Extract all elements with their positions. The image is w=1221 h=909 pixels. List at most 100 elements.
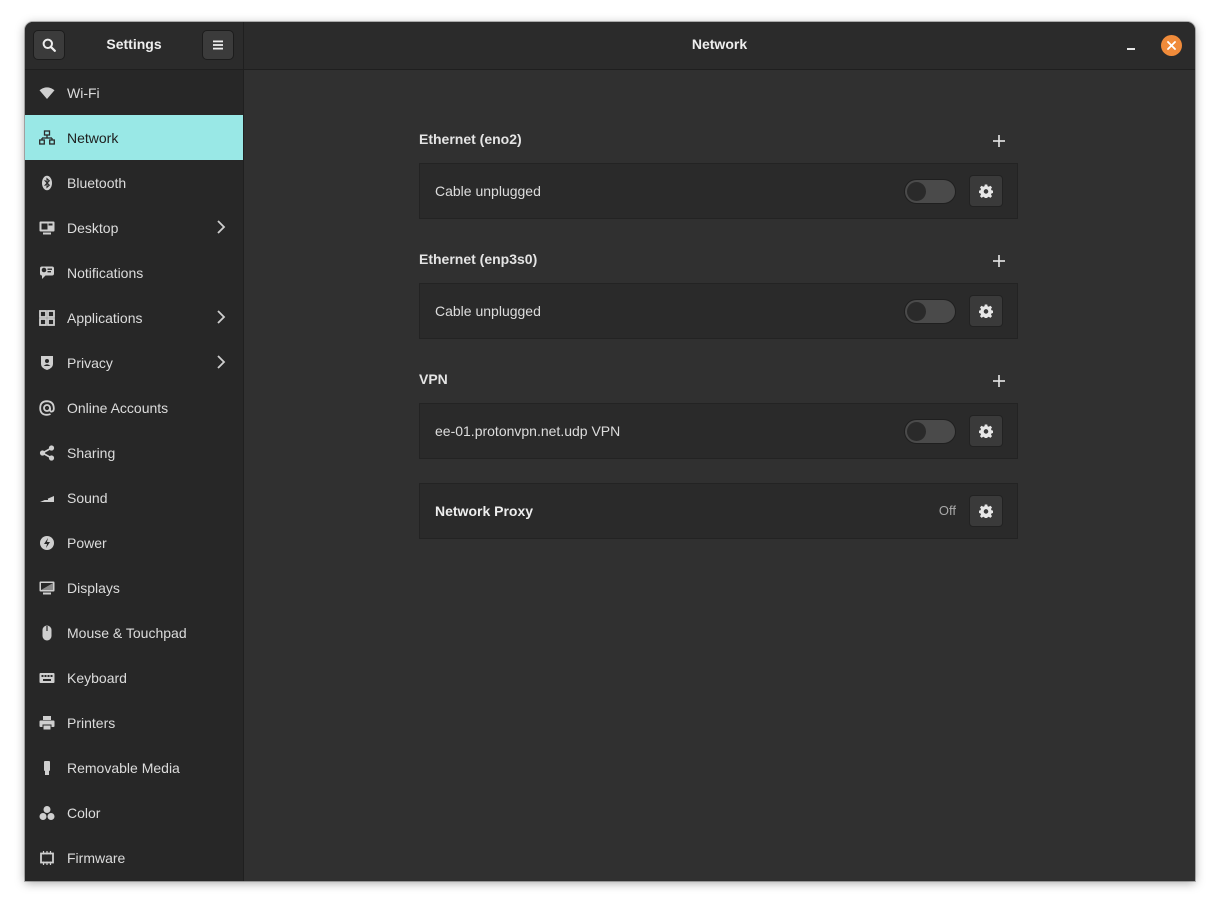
toggle-knob [907,422,926,441]
sharing-icon [39,444,55,461]
applications-icon [39,309,55,326]
connection-settings-button[interactable] [969,175,1003,207]
gear-icon [979,184,993,198]
sidebar-item-label: Keyboard [67,669,127,686]
close-button[interactable] [1161,35,1182,56]
section-title: Ethernet (enp3s0) [419,251,538,267]
bluetooth-icon [39,175,55,191]
hamburger-icon [213,40,223,50]
section-title: Ethernet (eno2) [419,131,522,147]
sidebar-item-label: Color [67,804,101,821]
sidebar-item-label: Mouse & Touchpad [67,624,187,641]
connection-toggle[interactable] [904,299,956,324]
sidebar: Wi-Fi Network Bluetooth Desktop Notifica… [25,70,244,881]
sidebar-item-applications[interactable]: Applications [25,295,243,340]
sidebar-item-power[interactable]: Power [25,520,243,565]
sidebar-item-desktop[interactable]: Desktop [25,205,243,250]
sidebar-item-sound[interactable]: Sound [25,475,243,520]
connection-status: Cable unplugged [435,183,541,199]
add-vpn-button[interactable] [990,372,1008,390]
power-icon [39,535,55,551]
sidebar-item-label: Sharing [67,444,116,461]
sidebar-item-privacy[interactable]: Privacy [25,340,243,385]
sidebar-item-network[interactable]: Network [25,115,243,160]
wifi-icon [39,85,55,101]
firmware-icon [39,850,55,866]
plus-icon [993,135,1005,147]
gear-icon [979,424,993,438]
sidebar-item-label: Firmware [67,849,126,866]
sidebar-item-notifications[interactable]: Notifications [25,250,243,295]
sidebar-item-firmware[interactable]: Firmware [25,835,243,880]
header-bar: Settings Network [25,22,1195,70]
removable-media-icon [39,760,55,776]
chevron-right-icon [217,310,226,324]
privacy-icon [39,355,55,371]
proxy-settings-button[interactable] [969,495,1003,527]
vpn-toggle[interactable] [904,419,956,444]
page-title: Network [691,36,748,52]
close-icon [1167,41,1176,50]
sidebar-item-bluetooth[interactable]: Bluetooth [25,160,243,205]
mouse-icon [39,625,55,641]
vpn-row: ee-01.protonvpn.net.udp VPN [419,403,1018,459]
chevron-right-icon [217,355,226,369]
proxy-status: Off [938,503,956,518]
sidebar-item-sharing[interactable]: Sharing [25,430,243,475]
minimize-button[interactable] [1122,36,1140,54]
notifications-icon [39,265,55,281]
connection-settings-button[interactable] [969,295,1003,327]
sidebar-item-keyboard[interactable]: Keyboard [25,655,243,700]
sidebar-item-label: Online Accounts [67,399,169,416]
sidebar-header: Settings [25,22,244,69]
sidebar-item-mouse-touchpad[interactable]: Mouse & Touchpad [25,610,243,655]
sidebar-item-label: Displays [67,579,120,596]
sidebar-item-color[interactable]: Color [25,790,243,835]
displays-icon [39,580,55,596]
connection-toggle[interactable] [904,179,956,204]
network-proxy-row[interactable]: Network Proxy Off [419,483,1018,539]
sidebar-item-label: Notifications [67,264,144,281]
sidebar-item-label: Removable Media [67,759,180,776]
sidebar-item-label: Privacy [67,354,113,371]
sidebar-item-label: Sound [67,489,108,506]
search-icon [42,38,56,52]
connection-row: Cable unplugged [419,163,1018,219]
toggle-knob [907,302,926,321]
network-icon [39,129,55,146]
sidebar-item-label: Desktop [67,219,119,236]
online-accounts-icon [39,399,55,416]
section-title: VPN [419,371,448,387]
connection-row: Cable unplugged [419,283,1018,339]
sound-icon [39,490,55,506]
sidebar-item-removable-media[interactable]: Removable Media [25,745,243,790]
toggle-knob [907,182,926,201]
color-icon [39,805,55,821]
network-proxy-label: Network Proxy [435,503,534,519]
sidebar-item-label: Printers [67,714,116,731]
sidebar-item-label: Applications [67,309,143,326]
add-connection-button[interactable] [990,252,1008,270]
menu-button[interactable] [202,30,234,60]
vpn-settings-button[interactable] [969,415,1003,447]
connection-status: Cable unplugged [435,303,541,319]
desktop-icon [39,220,55,236]
gear-icon [979,504,993,518]
keyboard-icon [39,670,55,686]
chevron-right-icon [217,220,226,234]
plus-icon [993,255,1005,267]
sidebar-item-label: Wi-Fi [67,84,100,101]
minimize-icon [1127,48,1135,50]
main-content: Ethernet (eno2) Cable unplugged Ethernet… [244,70,1195,881]
gear-icon [979,304,993,318]
add-connection-button[interactable] [990,132,1008,150]
printer-icon [39,715,55,731]
sidebar-item-displays[interactable]: Displays [25,565,243,610]
search-button[interactable] [33,30,65,60]
sidebar-item-printers[interactable]: Printers [25,700,243,745]
settings-window: Settings Network Wi-Fi Network Bluetooth… [25,22,1195,881]
sidebar-item-wifi[interactable]: Wi-Fi [25,70,243,115]
plus-icon [993,375,1005,387]
sidebar-item-online-accounts[interactable]: Online Accounts [25,385,243,430]
sidebar-item-label: Bluetooth [67,174,127,191]
